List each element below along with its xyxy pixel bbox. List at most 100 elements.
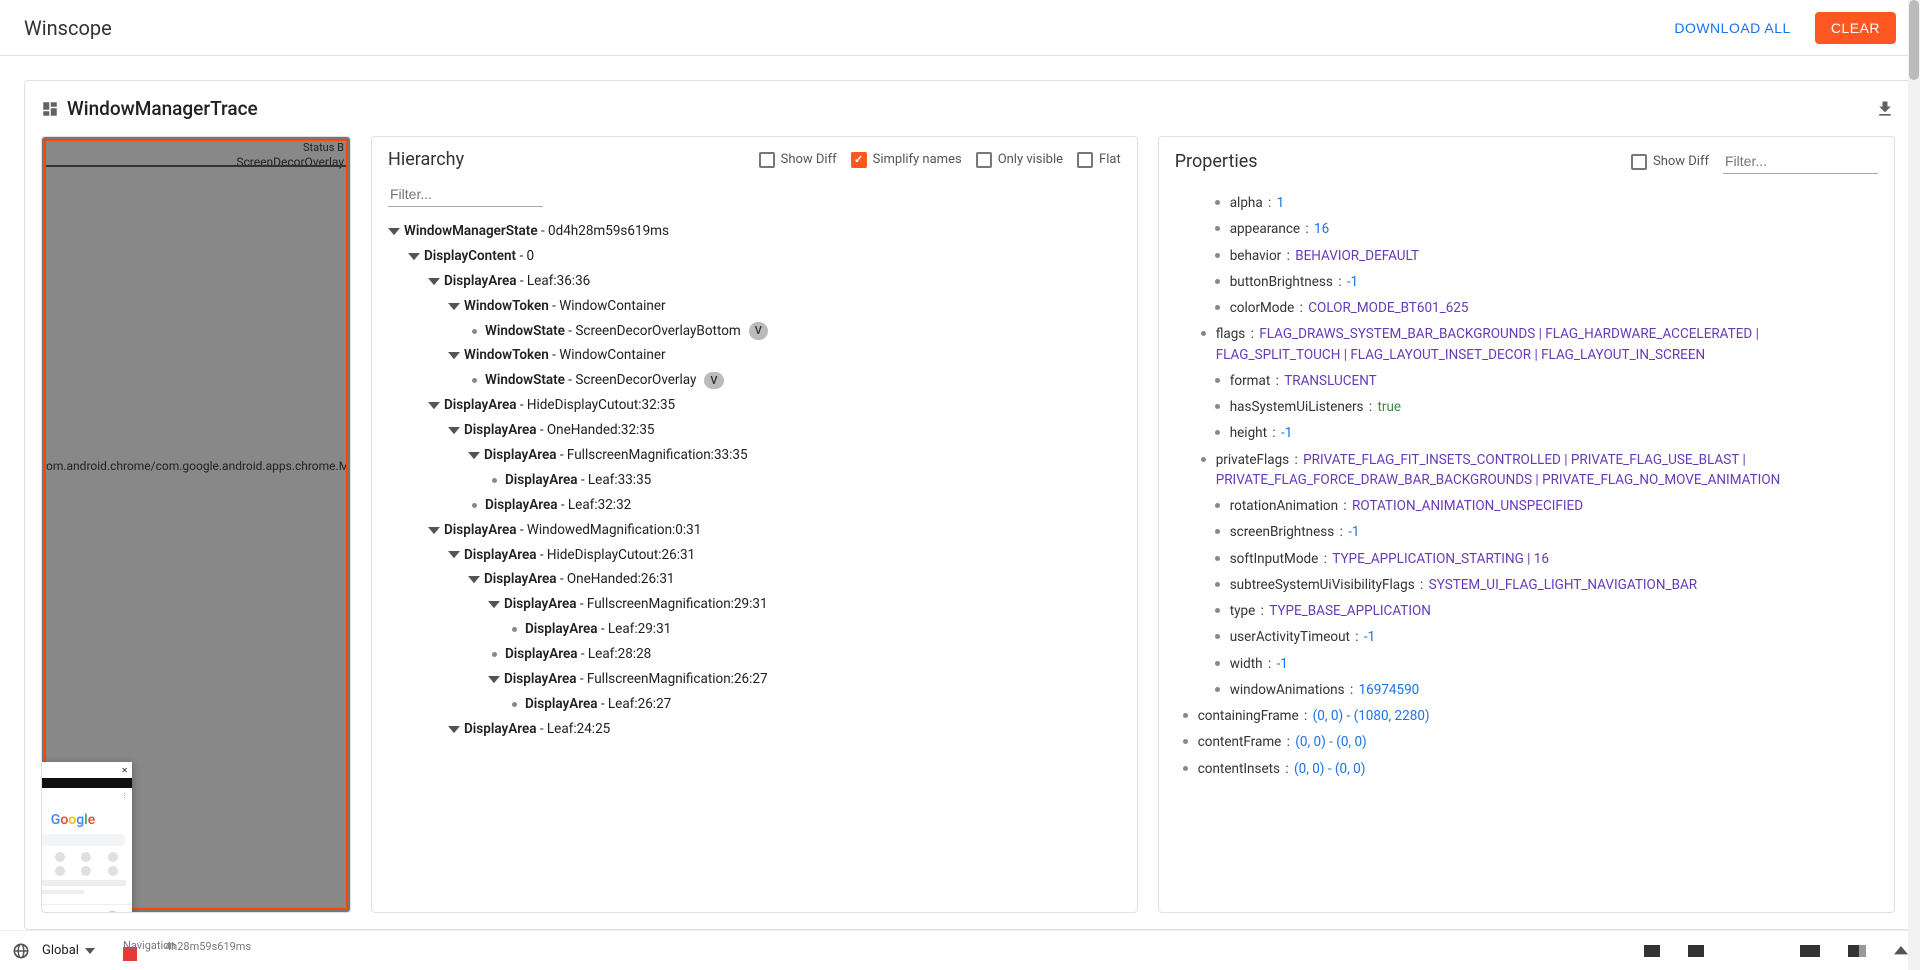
dashboard-icon — [41, 100, 59, 118]
download-icon[interactable] — [1875, 99, 1895, 119]
tree-node[interactable]: WindowToken - WindowContainer — [448, 294, 1137, 319]
tree-node[interactable]: DisplayArea - Leaf:24:25 — [448, 717, 1137, 742]
property-row[interactable]: windowAnimations : 16974590 — [1179, 677, 1882, 703]
download-all-button[interactable]: DOWNLOAD ALL — [1662, 12, 1802, 44]
tree-node[interactable]: DisplayArea - FullscreenMagnification:26… — [488, 667, 1137, 692]
property-row[interactable]: subtreeSystemUiVisibilityFlags : SYSTEM_… — [1179, 572, 1882, 598]
property-row[interactable]: flags : FLAG_DRAWS_SYSTEM_BAR_BACKGROUND… — [1179, 321, 1882, 368]
toolbar-icon-1[interactable] — [1644, 945, 1660, 957]
tree-node[interactable]: DisplayArea - Leaf:26:27 — [508, 692, 1137, 717]
page-scrollbar[interactable] — [1908, 0, 1920, 970]
caret-icon[interactable] — [428, 527, 440, 534]
caret-icon[interactable] — [448, 726, 460, 733]
app-title: Winscope — [24, 16, 112, 40]
show-diff-checkbox[interactable]: Show Diff — [759, 152, 837, 168]
property-row[interactable]: height : -1 — [1179, 420, 1882, 446]
property-row[interactable]: contentFrame : (0, 0) - (0, 0) — [1179, 729, 1882, 755]
property-row[interactable]: softInputMode : TYPE_APPLICATION_STARTIN… — [1179, 546, 1882, 572]
tree-node[interactable]: DisplayArea - Leaf:32:32 — [468, 493, 1137, 518]
tree-node[interactable]: DisplayContent - 0 — [408, 244, 1137, 269]
tree-node[interactable]: DisplayArea - Leaf:29:31 — [508, 617, 1137, 642]
bullet-icon — [1183, 739, 1188, 744]
property-row[interactable]: privateFlags : PRIVATE_FLAG_FIT_INSETS_C… — [1179, 447, 1882, 494]
toolbar-icon-2[interactable] — [1688, 945, 1704, 957]
tree-node[interactable]: WindowManagerState - 0d4h28m59s619ms — [388, 219, 1137, 244]
caret-icon[interactable] — [428, 278, 440, 285]
bullet-icon — [1183, 713, 1188, 718]
property-row[interactable]: colorMode : COLOR_MODE_BT601_625 — [1179, 295, 1882, 321]
tree-node[interactable]: WindowState - ScreenDecorOverlayV — [468, 368, 1137, 393]
caret-icon[interactable] — [468, 576, 480, 583]
tree-node[interactable]: DisplayArea - HideDisplayCutout:26:31 — [448, 543, 1137, 568]
clear-button[interactable]: CLEAR — [1815, 12, 1896, 44]
bullet-icon — [1215, 503, 1220, 508]
tree-node[interactable]: DisplayArea - HideDisplayCutout:32:35 — [428, 393, 1137, 418]
bullet-icon — [1215, 378, 1220, 383]
caret-icon[interactable] — [428, 402, 440, 409]
property-row[interactable]: screenBrightness : -1 — [1179, 519, 1882, 545]
properties-list[interactable]: alpha : 1appearance : 16behavior : BEHAV… — [1159, 186, 1894, 912]
tree-node[interactable]: WindowState - ScreenDecorOverlayBottomV — [468, 319, 1137, 344]
hierarchy-filter-input[interactable] — [388, 182, 543, 207]
mini-phone-preview[interactable]: ⠿ ✕ ⌂⋮ Google ◁○□ — [41, 762, 132, 913]
caret-icon[interactable] — [448, 427, 460, 434]
caret-icon[interactable] — [448, 352, 460, 359]
property-row[interactable]: contentInsets : (0, 0) - (0, 0) — [1179, 756, 1882, 782]
bullet-icon — [492, 478, 497, 483]
props-show-diff-checkbox[interactable]: Show Diff — [1631, 154, 1709, 170]
property-row[interactable]: appearance : 16 — [1179, 216, 1882, 242]
property-row[interactable]: behavior : BEHAVIOR_DEFAULT — [1179, 243, 1882, 269]
bullet-icon — [1215, 404, 1220, 409]
properties-filter-input[interactable] — [1723, 149, 1878, 174]
visible-chip: V — [704, 372, 723, 389]
tree-node[interactable]: DisplayArea - FullscreenMagnification:29… — [488, 592, 1137, 617]
bullet-icon — [1215, 661, 1220, 666]
properties-panel: Properties Show Diff alpha : 1appearance… — [1158, 136, 1895, 913]
property-row[interactable]: rotationAnimation : ROTATION_ANIMATION_U… — [1179, 493, 1882, 519]
bullet-icon — [1215, 305, 1220, 310]
caret-icon[interactable] — [468, 452, 480, 459]
property-row[interactable]: buttonBrightness : -1 — [1179, 269, 1882, 295]
tree-node[interactable]: DisplayArea - OneHanded:26:31 — [468, 567, 1137, 592]
chevron-down-icon — [85, 948, 95, 954]
tree-node[interactable]: DisplayArea - Leaf:33:35 — [488, 468, 1137, 493]
tree-node[interactable]: DisplayArea - WindowedMagnification:0:31 — [428, 518, 1137, 543]
bullet-icon — [1215, 200, 1220, 205]
chevron-up-icon[interactable] — [1894, 946, 1908, 954]
tree-node[interactable]: DisplayArea - FullscreenMagnification:33… — [468, 443, 1137, 468]
bullet-icon — [1215, 608, 1220, 613]
property-row[interactable]: userActivityTimeout : -1 — [1179, 624, 1882, 650]
bullet-icon — [1215, 556, 1220, 561]
bullet-icon — [472, 329, 477, 334]
global-select[interactable]: Global — [42, 943, 95, 958]
tree-node[interactable]: DisplayArea - OneHanded:32:35 — [448, 418, 1137, 443]
tree-node[interactable]: DisplayArea - Leaf:36:36 — [428, 269, 1137, 294]
bullet-icon — [1215, 582, 1220, 587]
property-row[interactable]: hasSystemUiListeners : true — [1179, 394, 1882, 420]
toolbar-icon-4[interactable] — [1848, 945, 1866, 957]
topbar: Winscope DOWNLOAD ALL CLEAR — [0, 0, 1920, 56]
property-row[interactable]: type : TYPE_BASE_APPLICATION — [1179, 598, 1882, 624]
caret-icon[interactable] — [488, 676, 500, 683]
bullet-icon — [512, 627, 517, 632]
toolbar-icon-3[interactable] — [1800, 945, 1820, 957]
caret-icon[interactable] — [448, 551, 460, 558]
property-row[interactable]: containingFrame : (0, 0) - (1080, 2280) — [1179, 703, 1882, 729]
tree-node[interactable]: DisplayArea - Leaf:28:28 — [488, 642, 1137, 667]
caret-icon[interactable] — [388, 228, 400, 235]
close-icon[interactable]: ✕ — [121, 766, 128, 775]
flat-checkbox[interactable]: Flat — [1077, 152, 1121, 168]
hierarchy-tree[interactable]: WindowManagerState - 0d4h28m59s619msDisp… — [372, 215, 1137, 912]
caret-icon[interactable] — [448, 303, 460, 310]
bullet-icon — [472, 503, 477, 508]
caret-icon[interactable] — [488, 601, 500, 608]
property-row[interactable]: alpha : 1 — [1179, 190, 1882, 216]
property-row[interactable]: width : -1 — [1179, 651, 1882, 677]
caret-icon[interactable] — [408, 253, 420, 260]
tree-node[interactable]: WindowToken - WindowContainer — [448, 343, 1137, 368]
property-row[interactable]: format : TRANSLUCENT — [1179, 368, 1882, 394]
preview-chrome-label: om.android.chrome/com.google.android.app… — [46, 459, 346, 473]
only-visible-checkbox[interactable]: Only visible — [976, 152, 1063, 168]
simplify-names-checkbox[interactable]: Simplify names — [851, 152, 962, 168]
bullet-icon — [1183, 766, 1188, 771]
